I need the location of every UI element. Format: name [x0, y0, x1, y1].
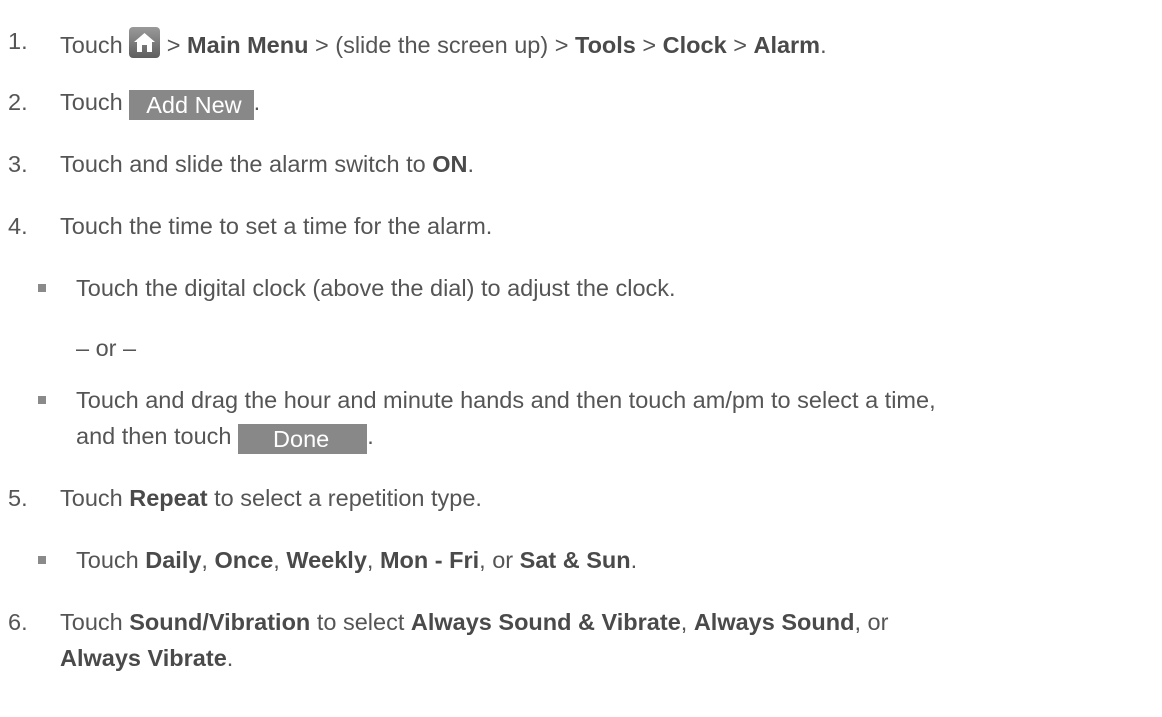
- step-number: 4.: [8, 213, 28, 239]
- step-number: 5.: [8, 485, 28, 511]
- repeat-label: Repeat: [129, 485, 208, 511]
- main-menu-label: Main Menu: [187, 32, 309, 58]
- step-number: 6.: [8, 609, 28, 635]
- sound-vibration-label: Sound/Vibration: [129, 609, 311, 635]
- step-number: 1.: [8, 28, 28, 54]
- step-6-cont: Always Vibrate.: [60, 645, 234, 671]
- home-icon: [129, 27, 161, 58]
- alarm-label: Alarm: [753, 32, 821, 58]
- sub-repeat-options: Touch Daily, Once, Weekly, Mon - Fri, or…: [76, 547, 638, 573]
- step-number: 3.: [8, 151, 28, 177]
- sub-drag-hands: Touch and drag the hour and minute hands…: [76, 387, 936, 413]
- option-daily: Daily: [145, 547, 202, 573]
- bullet: [38, 284, 46, 292]
- tools-label: Tools: [574, 32, 636, 58]
- step-text: Touch: [60, 32, 130, 58]
- always-sound-vibrate-label: Always Sound & Vibrate: [410, 609, 681, 635]
- add-new-button[interactable]: Add New: [129, 90, 254, 120]
- on-label: ON: [432, 151, 468, 177]
- sub-digital-clock: Touch the digital clock (above the dial)…: [76, 275, 676, 301]
- step-number: 2.: [8, 89, 28, 115]
- or-separator: – or –: [76, 335, 137, 361]
- option-mon-fri: Mon - Fri: [379, 547, 480, 573]
- option-sat-sun: Sat & Sun: [519, 547, 631, 573]
- bullet: [38, 396, 46, 404]
- option-once: Once: [214, 547, 274, 573]
- sub-drag-hands-2: and then touch Done.: [76, 423, 374, 454]
- done-button[interactable]: Done: [238, 424, 368, 454]
- always-sound-label: Always Sound: [693, 609, 855, 635]
- bullet: [38, 556, 46, 564]
- option-weekly: Weekly: [286, 547, 367, 573]
- clock-label: Clock: [662, 32, 727, 58]
- always-vibrate-label: Always Vibrate: [60, 645, 227, 671]
